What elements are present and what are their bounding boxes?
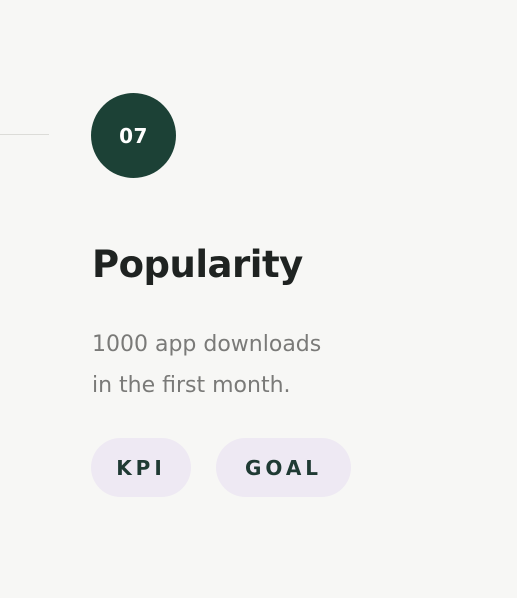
tag-goal: GOAL (216, 438, 351, 497)
card-description: 1000 app downloads in the first month. (92, 324, 392, 406)
step-number-badge: 07 (91, 93, 176, 178)
tag-kpi: KPI (91, 438, 191, 497)
timeline-connector-line (0, 134, 49, 135)
card-description-line-2: in the first month. (92, 373, 291, 398)
step-number: 07 (119, 123, 148, 148)
card-title: Popularity (92, 243, 303, 286)
tag-list: KPI GOAL (91, 438, 351, 497)
card-description-line-1: 1000 app downloads (92, 332, 322, 357)
